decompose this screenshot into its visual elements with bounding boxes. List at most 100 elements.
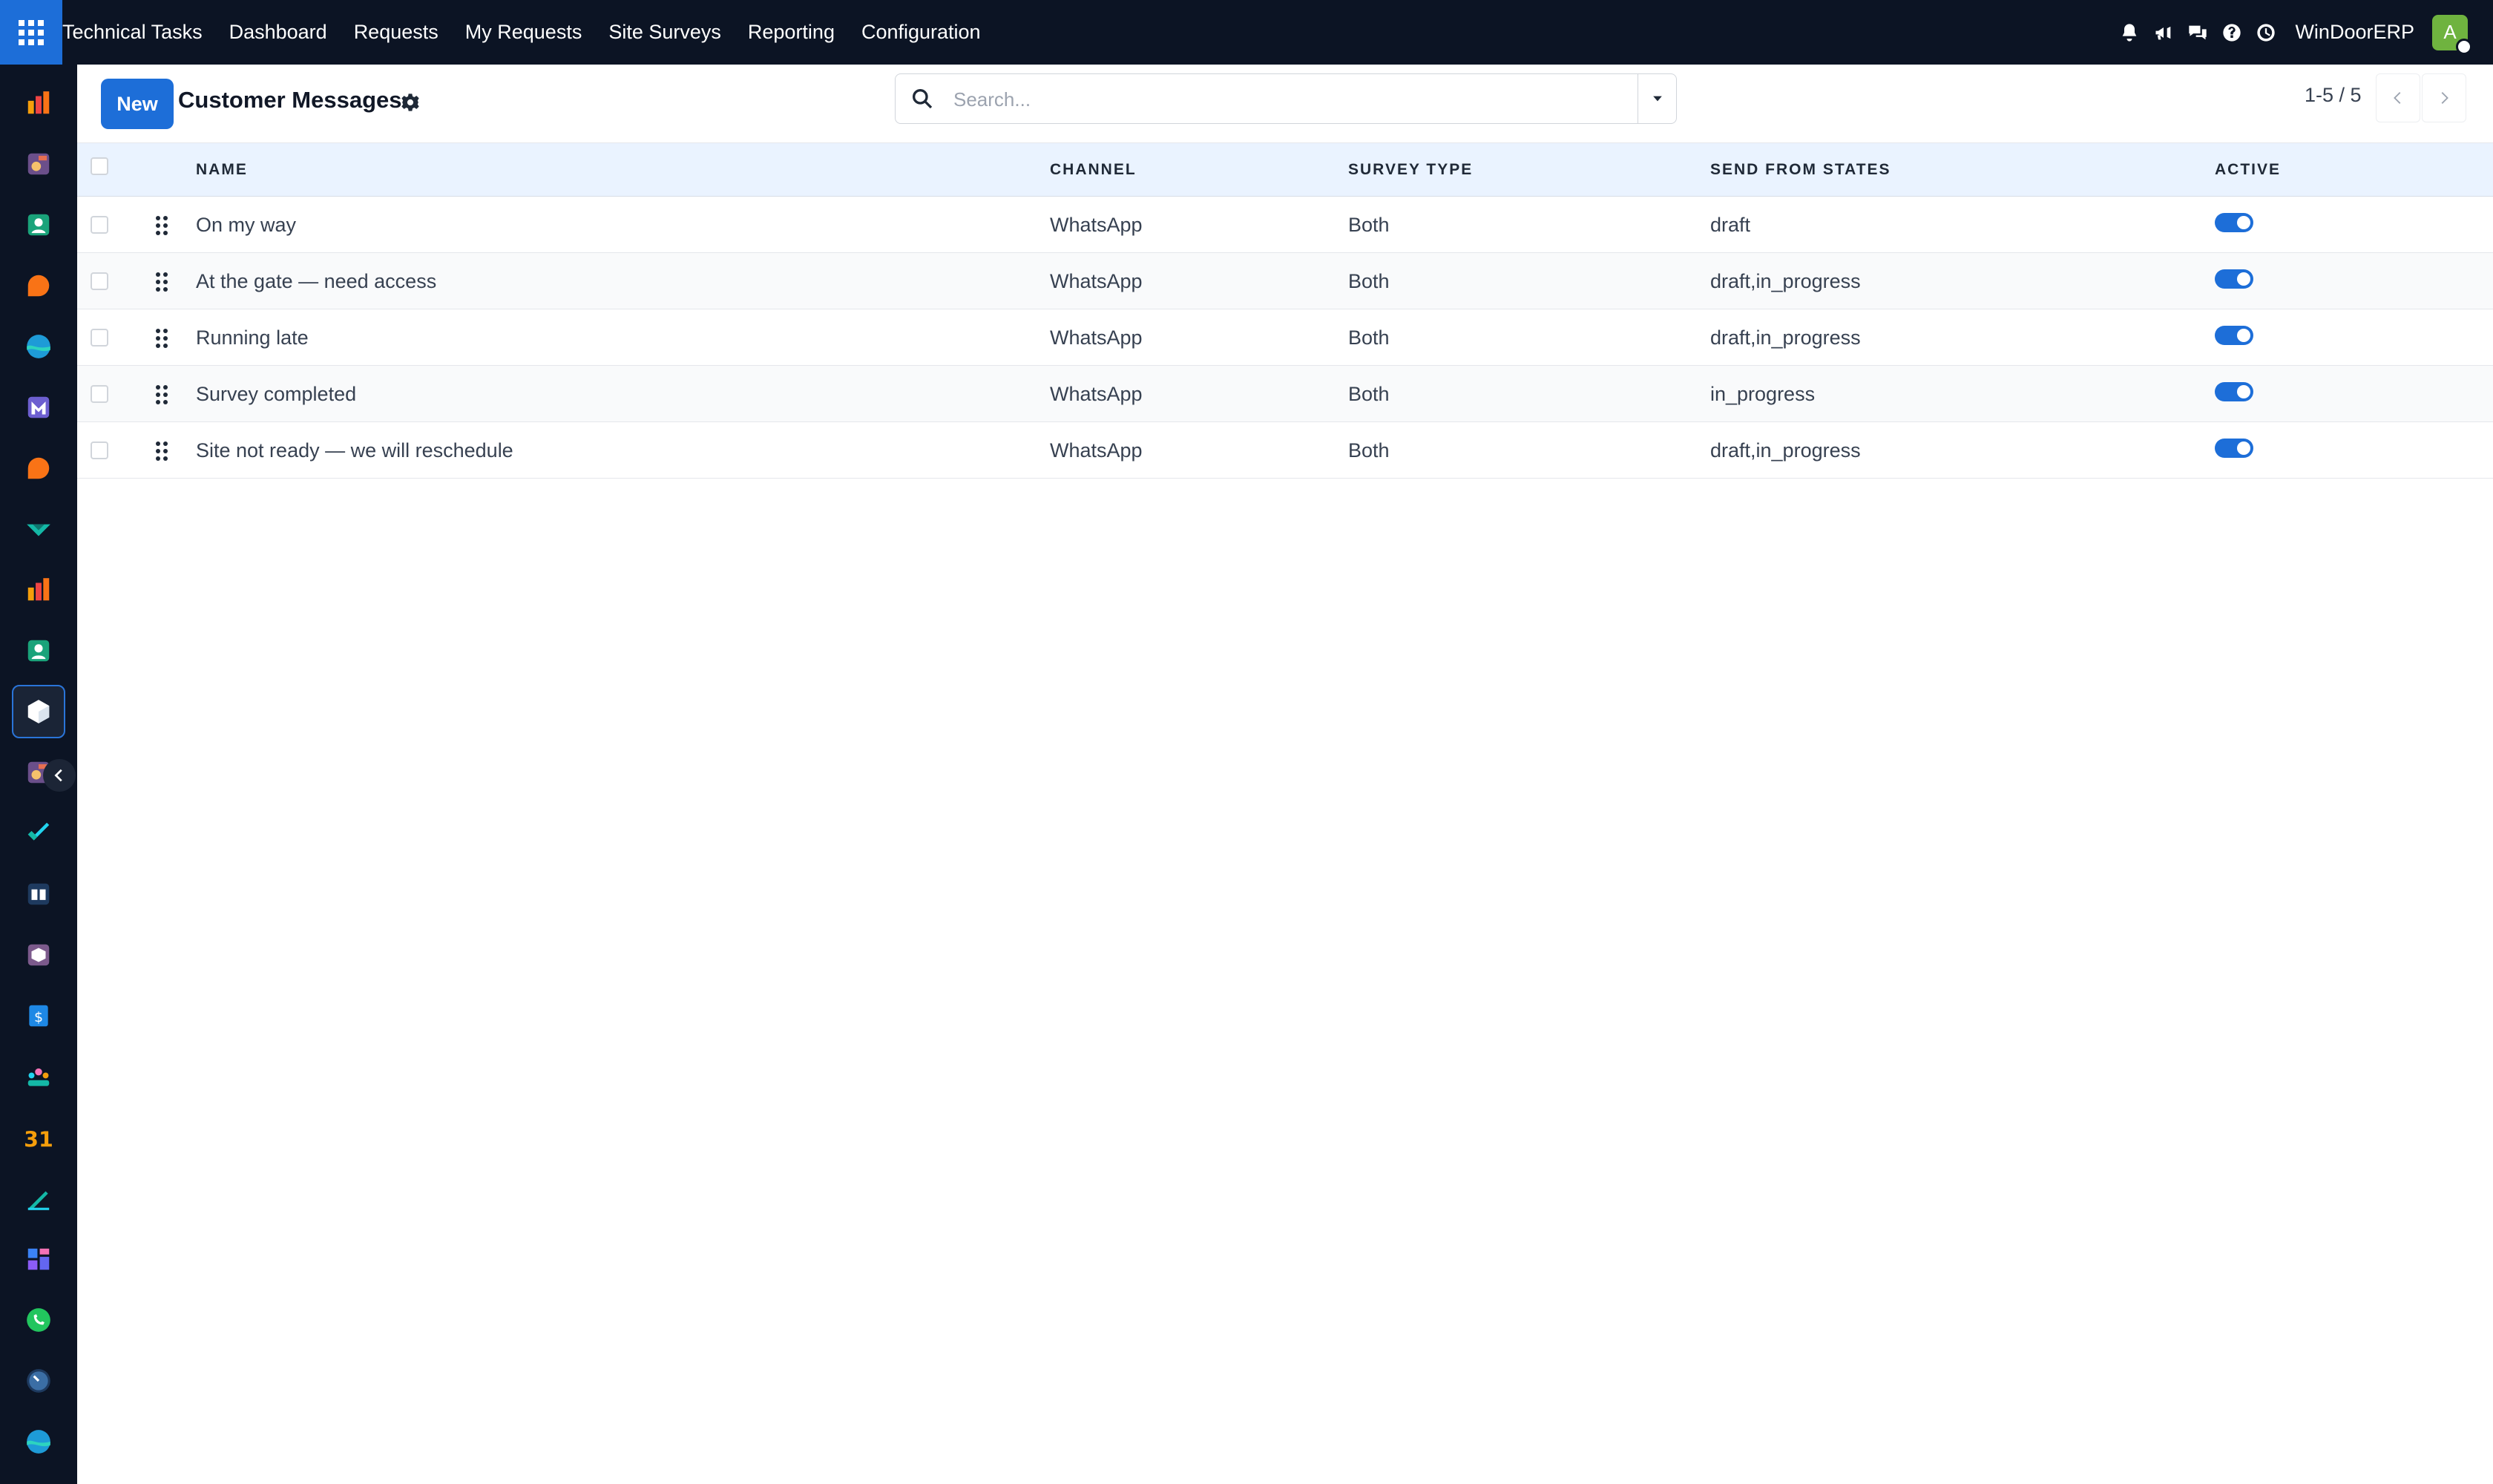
cell-channel: WhatsApp xyxy=(1050,439,1143,462)
column-header-active[interactable]: ACTIVE xyxy=(2215,143,2281,197)
search-input[interactable] xyxy=(953,85,1606,114)
main-menu: Technical Tasks Dashboard Requests My Re… xyxy=(62,0,994,65)
cell-send-from-states: draft,in_progress xyxy=(1710,439,1861,462)
svg-text:$: $ xyxy=(34,1009,43,1025)
menu-configuration[interactable]: Configuration xyxy=(848,0,994,65)
pager-next-button[interactable] xyxy=(2422,73,2466,122)
column-header-send-from-states[interactable]: SEND FROM STATES xyxy=(1710,143,1891,197)
table-row[interactable]: Site not ready — we will reschedule What… xyxy=(77,422,2493,479)
cell-name: Survey completed xyxy=(196,383,357,405)
company-switcher[interactable]: WinDoorERP xyxy=(2295,21,2414,44)
cell-channel: WhatsApp xyxy=(1050,214,1143,236)
search-icon[interactable] xyxy=(910,87,934,111)
menu-my-requests[interactable]: My Requests xyxy=(452,0,596,65)
systray: WinDoorERP A xyxy=(2112,0,2493,65)
cell-name: Site not ready — we will reschedule xyxy=(196,439,513,462)
clock-icon[interactable] xyxy=(2249,0,2283,65)
pager-previous-button[interactable] xyxy=(2376,73,2420,122)
menu-brand-technical-tasks[interactable]: Technical Tasks xyxy=(62,0,216,65)
sidebar-app-sign-icon[interactable] xyxy=(12,502,65,556)
sidebar-app-team-icon[interactable] xyxy=(12,1050,65,1103)
table-row[interactable]: Survey completed WhatsApp Both in_progre… xyxy=(77,366,2493,422)
app-switcher-button[interactable] xyxy=(0,0,62,65)
sidebar-app-mail-icon[interactable] xyxy=(12,381,65,434)
row-checkbox[interactable] xyxy=(91,385,108,403)
table-row[interactable]: Running late WhatsApp Both draft,in_prog… xyxy=(77,309,2493,366)
apps-sidebar: $ 31 xyxy=(0,65,77,1484)
active-toggle[interactable] xyxy=(2215,439,2253,458)
sidebar-app-whatsapp-icon[interactable] xyxy=(12,1293,65,1347)
drag-handle-icon[interactable] xyxy=(154,214,169,237)
chevron-left-icon xyxy=(2394,92,2401,104)
new-button[interactable]: New xyxy=(101,79,174,129)
cell-survey-type: Both xyxy=(1348,439,1390,462)
chevron-left-icon xyxy=(54,769,62,782)
select-all-checkbox[interactable] xyxy=(91,157,108,175)
presence-indicator xyxy=(2456,38,2472,55)
search-bar xyxy=(895,73,1677,124)
active-toggle[interactable] xyxy=(2215,269,2253,289)
cell-send-from-states: draft,in_progress xyxy=(1710,270,1861,292)
menu-requests[interactable]: Requests xyxy=(341,0,452,65)
grid-icon xyxy=(19,19,44,45)
bell-icon[interactable] xyxy=(2112,0,2147,65)
sidebar-app-website-icon[interactable] xyxy=(12,320,65,373)
menu-dashboard[interactable]: Dashboard xyxy=(216,0,341,65)
row-checkbox[interactable] xyxy=(91,329,108,347)
column-header-name[interactable]: NAME xyxy=(196,143,248,197)
sidebar-app-sketch-icon[interactable] xyxy=(12,1172,65,1225)
sidebar-app-spreadsheet-icon[interactable] xyxy=(12,1232,65,1286)
help-icon[interactable] xyxy=(2215,0,2249,65)
row-checkbox[interactable] xyxy=(91,216,108,234)
cell-survey-type: Both xyxy=(1348,326,1390,349)
sidebar-app-employees-icon[interactable] xyxy=(12,624,65,677)
sidebar-app-calendar-icon[interactable]: 31 xyxy=(12,1111,65,1164)
chat-icon[interactable] xyxy=(2181,0,2215,65)
cell-send-from-states: in_progress xyxy=(1710,383,1816,405)
active-toggle[interactable] xyxy=(2215,382,2253,401)
megaphone-icon[interactable] xyxy=(2147,0,2181,65)
active-toggle[interactable] xyxy=(2215,326,2253,345)
sidebar-app-inventory-icon[interactable] xyxy=(12,928,65,982)
sidebar-app-reporting-icon[interactable] xyxy=(12,76,65,130)
page-title: Customer Messages xyxy=(178,87,402,113)
column-header-channel[interactable]: CHANNEL xyxy=(1050,143,1137,197)
caret-down-icon xyxy=(1652,96,1662,102)
sidebar-app-discuss-icon[interactable] xyxy=(12,259,65,312)
drag-handle-icon[interactable] xyxy=(154,384,169,406)
drag-handle-icon[interactable] xyxy=(154,327,169,349)
control-panel: New Customer Messages 1-5 / 5 xyxy=(77,65,2493,143)
row-checkbox[interactable] xyxy=(91,272,108,290)
sidebar-app-todo-icon[interactable] xyxy=(12,807,65,860)
cell-name: On my way xyxy=(196,214,297,236)
sidebar-app-dashboard-icon[interactable] xyxy=(12,563,65,617)
active-toggle[interactable] xyxy=(2215,213,2253,232)
sidebar-app-livechat-icon[interactable] xyxy=(12,441,65,495)
sidebar-app-timesheet-icon[interactable] xyxy=(12,1354,65,1408)
sidebar-app-knowledge-icon[interactable] xyxy=(12,867,65,921)
drag-handle-icon[interactable] xyxy=(154,271,169,293)
table-row[interactable]: At the gate — need access WhatsApp Both … xyxy=(77,253,2493,309)
pager-value[interactable]: 1-5 / 5 xyxy=(2305,84,2362,107)
list-table: NAME CHANNEL SURVEY TYPE SEND FROM STATE… xyxy=(77,143,2493,479)
sidebar-app-contacts-icon[interactable] xyxy=(12,198,65,252)
avatar[interactable]: A xyxy=(2432,14,2472,55)
menu-reporting[interactable]: Reporting xyxy=(735,0,848,65)
row-checkbox[interactable] xyxy=(91,441,108,459)
cell-survey-type: Both xyxy=(1348,383,1390,405)
menu-site-surveys[interactable]: Site Surveys xyxy=(595,0,735,65)
cell-channel: WhatsApp xyxy=(1050,270,1143,292)
sidebar-app-website-2-icon[interactable] xyxy=(12,1415,65,1468)
gear-icon[interactable] xyxy=(400,92,421,113)
table-header: NAME CHANNEL SURVEY TYPE SEND FROM STATE… xyxy=(77,143,2493,197)
sidebar-collapse-button[interactable] xyxy=(43,759,76,792)
column-header-survey-type[interactable]: SURVEY TYPE xyxy=(1348,143,1473,197)
svg-text:31: 31 xyxy=(24,1128,53,1152)
table-row[interactable]: On my way WhatsApp Both draft xyxy=(77,197,2493,253)
sidebar-app-tools-icon[interactable] xyxy=(12,137,65,191)
sidebar-app-accounting-icon[interactable]: $ xyxy=(12,989,65,1043)
drag-handle-icon[interactable] xyxy=(154,440,169,462)
sidebar-app-technical-tasks-icon[interactable] xyxy=(12,685,65,738)
cell-survey-type: Both xyxy=(1348,214,1390,236)
search-options-toggle[interactable] xyxy=(1638,74,1676,123)
